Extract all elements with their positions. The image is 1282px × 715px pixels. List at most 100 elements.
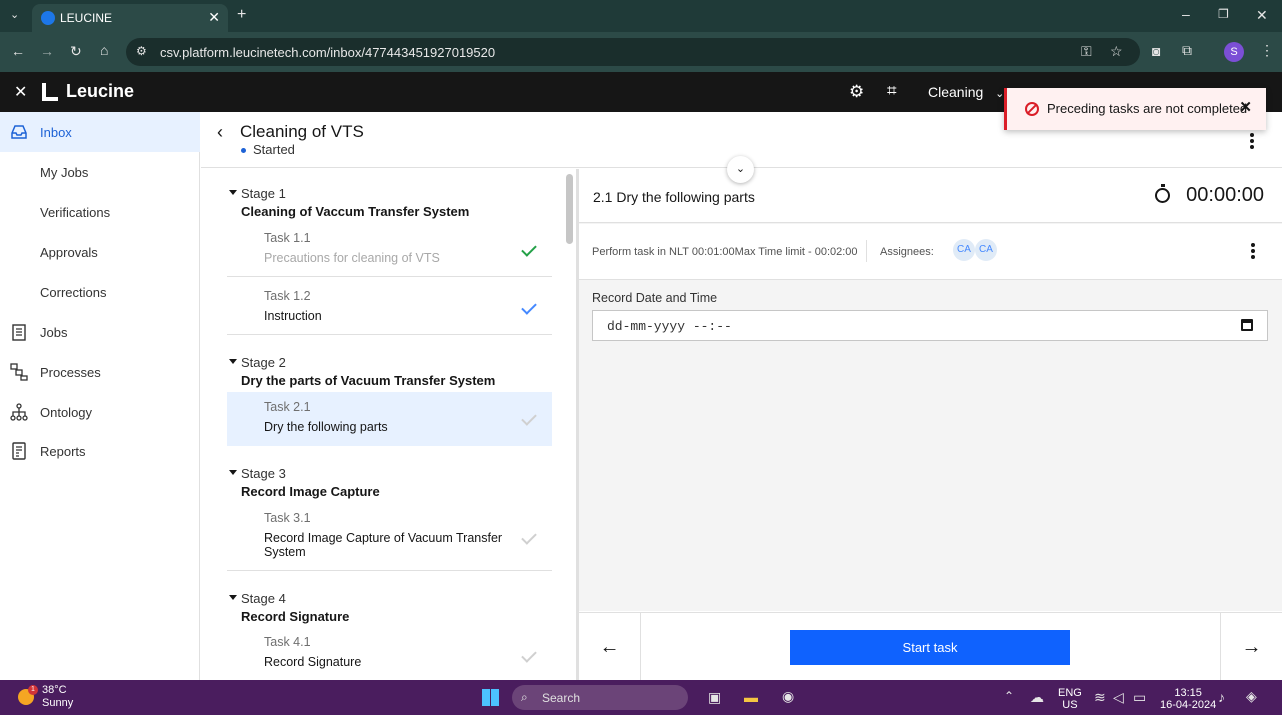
extensions-icon[interactable]: ⧉ <box>1182 42 1192 59</box>
chrome-menu-icon[interactable]: ⋮ <box>1260 42 1274 59</box>
collapse-header-button[interactable]: ⌄ <box>727 156 754 183</box>
stage-header[interactable]: Stage 4 Record Signature <box>229 591 349 624</box>
stage-list-scrollbar[interactable] <box>566 174 573 244</box>
stage-header[interactable]: Stage 2 Dry the parts of Vacuum Transfer… <box>229 355 495 388</box>
tab-search-icon[interactable]: ⌄ <box>10 8 19 21</box>
clock[interactable]: 13:15 16-04-2024 <box>1160 687 1216 711</box>
stage-number: Stage 1 <box>241 186 286 201</box>
facility-dropdown-label: Cleaning <box>928 84 984 100</box>
assignee-avatar[interactable]: CA <box>975 239 997 261</box>
chrome-app-icon[interactable]: ◉ <box>782 688 794 705</box>
weather-widget[interactable]: 38°C Sunny <box>42 684 73 710</box>
sidebar-item-corrections[interactable]: Corrections <box>0 272 200 312</box>
stopwatch-icon <box>1155 184 1170 203</box>
weather-badge: 1 <box>28 685 38 695</box>
browser-tab[interactable]: LEUCINE ✕ <box>32 4 228 32</box>
sidebar-item-reports[interactable]: Reports <box>0 431 200 471</box>
task-name: Instruction <box>264 309 322 323</box>
wifi-icon[interactable]: ≋ <box>1094 689 1106 706</box>
check-icon <box>521 299 537 315</box>
check-icon <box>521 647 537 663</box>
sidebar-item-label: Reports <box>40 444 86 459</box>
caret-down-icon <box>229 470 237 475</box>
sidebar-item-jobs[interactable]: Jobs <box>0 312 200 352</box>
task-number: Task 4.1 <box>264 635 311 649</box>
task-view-icon[interactable]: ▣ <box>708 689 721 706</box>
scan-icon[interactable]: ⌗ <box>887 81 897 101</box>
task-item[interactable]: Task 3.1 Record Image Capture of Vacuum … <box>227 503 552 571</box>
assignee-avatar[interactable]: CA <box>953 239 975 261</box>
profile-avatar[interactable]: S <box>1224 42 1244 62</box>
start-task-button[interactable]: Start task <box>790 630 1070 665</box>
tab-title: LEUCINE <box>60 11 113 25</box>
task-item[interactable]: Task 4.1 Record Signature <box>227 627 552 680</box>
date-time-label: Record Date and Time <box>592 291 718 305</box>
window-close-icon[interactable]: ✕ <box>1256 7 1268 24</box>
sidebar-item-label: Ontology <box>40 405 93 420</box>
weather-condition: Sunny <box>42 697 74 709</box>
minimize-icon[interactable]: – <box>1182 6 1190 22</box>
flow-icon <box>10 363 28 381</box>
time: 13:15 <box>1174 687 1202 699</box>
sidebar-item-my-jobs[interactable]: My Jobs <box>0 152 200 192</box>
task-name: Precautions for cleaning of VTS <box>264 251 440 265</box>
sidebar-item-ontology[interactable]: Ontology <box>0 392 200 432</box>
sidebar-item-approvals[interactable]: Approvals <box>0 232 200 272</box>
task-meta-bar: Perform task in NLT 00:01:00Max Time lim… <box>579 224 1282 280</box>
volume-muted-icon[interactable]: ◁ <box>1113 689 1124 706</box>
back-arrow-icon[interactable]: ‹ <box>217 122 223 143</box>
leucine-logo-icon <box>42 83 58 101</box>
task-number: Task 3.1 <box>264 511 311 525</box>
restore-icon[interactable]: ❐ <box>1218 7 1229 21</box>
calendar-icon[interactable] <box>1241 319 1253 331</box>
reload-icon[interactable]: ↻ <box>70 43 82 60</box>
search-placeholder: Search <box>542 691 581 705</box>
job-menu-kebab-icon[interactable] <box>1250 133 1254 151</box>
task-item-selected[interactable]: Task 2.1 Dry the following parts <box>227 392 552 446</box>
site-info-icon[interactable]: ⚙ <box>136 44 147 58</box>
caret-down-icon <box>229 190 237 195</box>
close-menu-icon[interactable]: ✕ <box>14 82 27 102</box>
password-key-icon[interactable]: ⚿ <box>1081 43 1092 60</box>
task-menu-kebab-icon[interactable] <box>1251 243 1255 261</box>
windows-start-icon[interactable] <box>482 689 499 706</box>
settings-gear-icon[interactable]: ⚙ <box>849 82 864 102</box>
date-time-input[interactable]: dd-mm-yyyy --:-- <box>592 310 1268 341</box>
sidebar-item-processes[interactable]: Processes <box>0 352 200 392</box>
back-icon[interactable]: ← <box>11 43 25 59</box>
task-item[interactable]: Task 1.1 Precautions for cleaning of VTS <box>227 223 552 277</box>
sidebar-item-verifications[interactable]: Verifications <box>0 192 200 232</box>
new-tab-icon[interactable]: + <box>237 6 246 24</box>
home-icon[interactable]: ⌂ <box>100 42 108 58</box>
bookmark-star-icon[interactable]: ☆ <box>1110 43 1123 60</box>
sidebar-item-label: Approvals <box>40 245 98 260</box>
tray-chevron-up-icon[interactable]: ⌃ <box>1004 689 1014 703</box>
forward-icon[interactable]: → <box>40 43 54 59</box>
language-indicator[interactable]: ENG US <box>1058 687 1082 711</box>
divider <box>866 240 867 262</box>
copilot-icon[interactable]: ◈ <box>1246 688 1257 705</box>
sidebar-item-inbox[interactable]: Inbox <box>0 112 200 152</box>
taskbar-search[interactable]: ⌕ Search <box>512 685 688 710</box>
file-explorer-icon[interactable]: ▬ <box>744 689 758 705</box>
task-item[interactable]: Task 1.2 Instruction <box>227 281 552 335</box>
sidebar-item-label: Inbox <box>40 125 72 140</box>
stage-header[interactable]: Stage 1 Cleaning of Vaccum Transfer Syst… <box>229 186 469 219</box>
previous-task-arrow-icon[interactable]: ← <box>579 613 641 681</box>
battery-icon[interactable]: ▭ <box>1133 689 1146 706</box>
close-tab-icon[interactable]: ✕ <box>208 9 220 26</box>
camera-icon[interactable]: ◙ <box>1152 43 1160 59</box>
chevron-down-icon: ⌄ <box>995 88 1005 100</box>
toast-close-icon[interactable]: ✕ <box>1239 98 1252 116</box>
caret-down-icon <box>229 359 237 364</box>
stage-header[interactable]: Stage 3 Record Image Capture <box>229 466 380 499</box>
toast-message: Preceding tasks are not completed <box>1047 101 1248 116</box>
facility-dropdown[interactable]: Cleaning ⌄ <box>928 84 1004 100</box>
next-task-arrow-icon[interactable]: → <box>1220 613 1282 681</box>
onedrive-cloud-icon[interactable]: ☁ <box>1030 689 1044 706</box>
url-field[interactable]: ⚙ csv.platform.leucinetech.com/inbox/477… <box>126 38 1140 66</box>
task-number: Task 1.1 <box>264 231 311 245</box>
stage-number: Stage 3 <box>241 466 286 481</box>
task-number: Task 2.1 <box>264 400 311 414</box>
notification-bell-icon[interactable]: ♪ <box>1218 689 1225 705</box>
